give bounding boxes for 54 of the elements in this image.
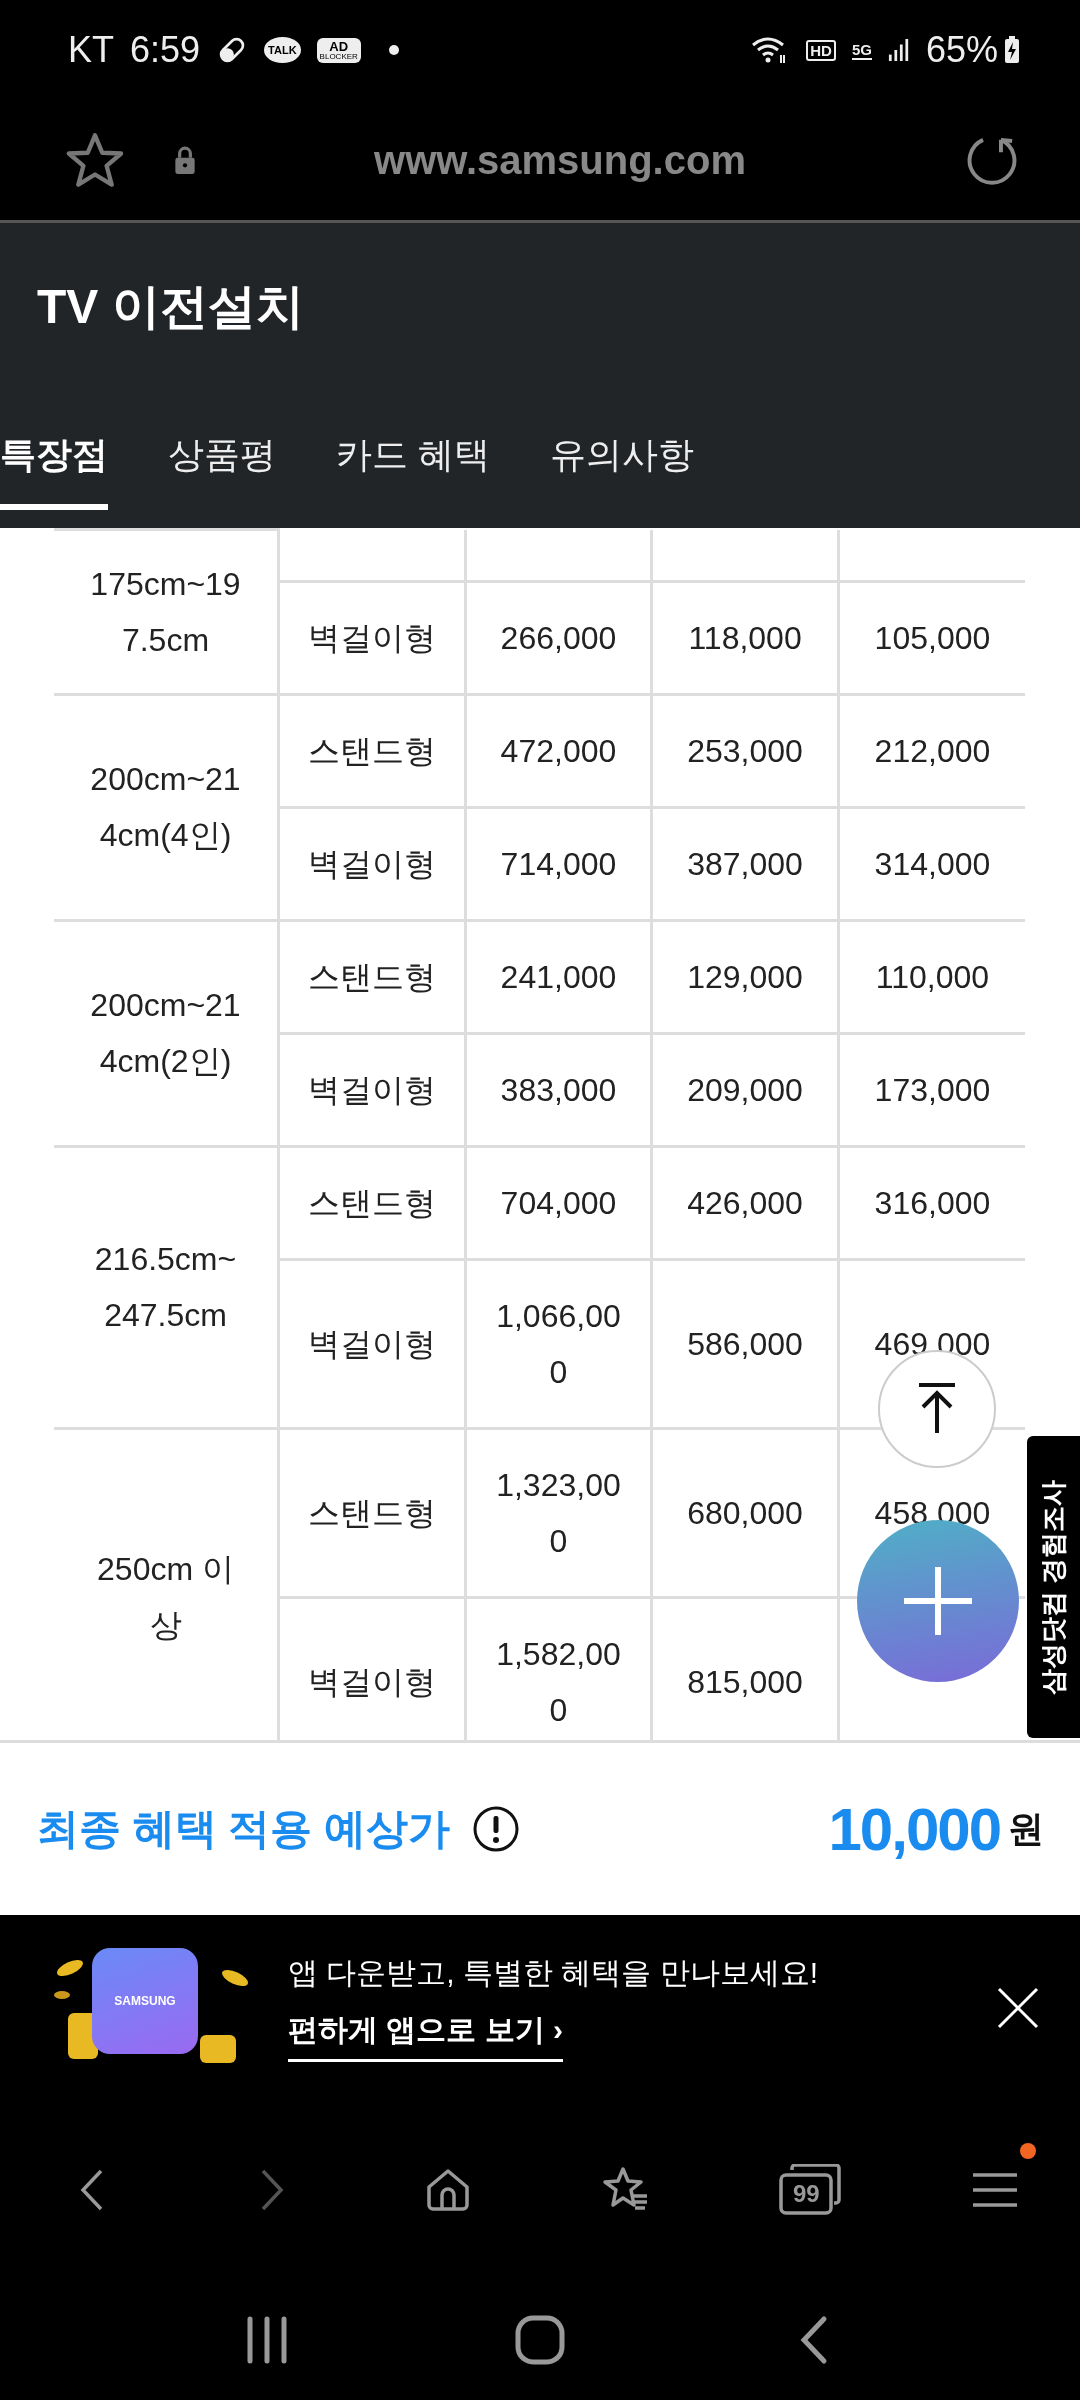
signal-icon bbox=[887, 37, 910, 63]
price-cell: 241,000 bbox=[465, 920, 652, 1033]
bookmark-star-icon[interactable] bbox=[66, 131, 124, 189]
type-cell: 스탠드형 bbox=[278, 1428, 466, 1597]
home-button-icon[interactable] bbox=[515, 2315, 565, 2365]
size-cell: 200cm~214cm(2인) bbox=[54, 920, 279, 1146]
notification-dot bbox=[388, 45, 399, 55]
price-cell: 383,000 bbox=[465, 1033, 652, 1146]
price-cell: 266,000 bbox=[465, 581, 652, 694]
price-cell: 387,000 bbox=[651, 807, 839, 920]
price-cell: 129,000 bbox=[651, 920, 839, 1033]
type-cell: 벽걸이형 bbox=[278, 1033, 466, 1146]
network-badge: 5G bbox=[851, 40, 872, 60]
currency-unit: 원 bbox=[1008, 1806, 1044, 1851]
type-cell: 벽걸이형 bbox=[278, 581, 466, 694]
price-cell: 680,000 bbox=[651, 1428, 839, 1597]
final-price-label: 최종 혜택 적용 예상가 bbox=[37, 1804, 450, 1854]
price-cell: 1,066,000 bbox=[465, 1259, 652, 1428]
section-tab[interactable]: 특장점 bbox=[0, 413, 108, 510]
lock-icon bbox=[174, 145, 196, 175]
page-title: TV 이전설치 bbox=[36, 279, 305, 335]
type-cell: 스탠드형 bbox=[278, 1146, 466, 1259]
section-tab[interactable]: 유의사항 bbox=[550, 413, 694, 510]
battery-level: 65% bbox=[925, 29, 998, 71]
type-cell: 벽걸이형 bbox=[278, 1259, 466, 1428]
price-cell: 253,000 bbox=[651, 694, 839, 807]
price-amount: 10,000 bbox=[828, 1794, 1000, 1864]
price-cell: 586,000 bbox=[651, 1259, 839, 1428]
clock: 6:59 bbox=[130, 29, 201, 71]
info-icon[interactable] bbox=[472, 1805, 520, 1853]
open-app-link[interactable]: 편하게 앱으로 보기 › bbox=[288, 2010, 563, 2062]
close-icon[interactable] bbox=[996, 1985, 1040, 2030]
price-cell: 472,000 bbox=[465, 694, 652, 807]
price-cell: 426,000 bbox=[651, 1146, 839, 1259]
carrier-name: KT bbox=[68, 29, 114, 71]
size-cell: 175cm~197.5cm bbox=[54, 529, 279, 694]
adblock-badge: AD BLOCKER bbox=[316, 37, 361, 63]
banner-message: 앱 다운받고, 특별한 혜택을 만나보세요! bbox=[288, 1955, 819, 1991]
chat-badge: TALK bbox=[264, 37, 301, 63]
price-cell: 118,000 bbox=[651, 581, 839, 694]
battery-icon bbox=[1004, 36, 1020, 64]
price-cell: 209,000 bbox=[651, 1033, 839, 1146]
price-cell: 1,323,000 bbox=[465, 1428, 652, 1597]
type-cell: 벽걸이형 bbox=[278, 807, 466, 920]
size-cell: 200cm~214cm(4인) bbox=[54, 694, 279, 920]
size-cell: 216.5cm~247.5cm bbox=[54, 1146, 279, 1428]
price-cell: 704,000 bbox=[465, 1146, 652, 1259]
price-cell: 714,000 bbox=[465, 807, 652, 920]
type-cell: 스탠드형 bbox=[278, 920, 466, 1033]
survey-tab[interactable]: 삼성닷컴 경험조사 bbox=[1027, 1436, 1080, 1738]
section-tab[interactable]: 카드 혜택 bbox=[336, 413, 490, 510]
hd-badge: HD bbox=[806, 39, 836, 61]
section-tab[interactable]: 상품평 bbox=[168, 413, 276, 510]
type-cell: 스탠드형 bbox=[278, 694, 466, 807]
